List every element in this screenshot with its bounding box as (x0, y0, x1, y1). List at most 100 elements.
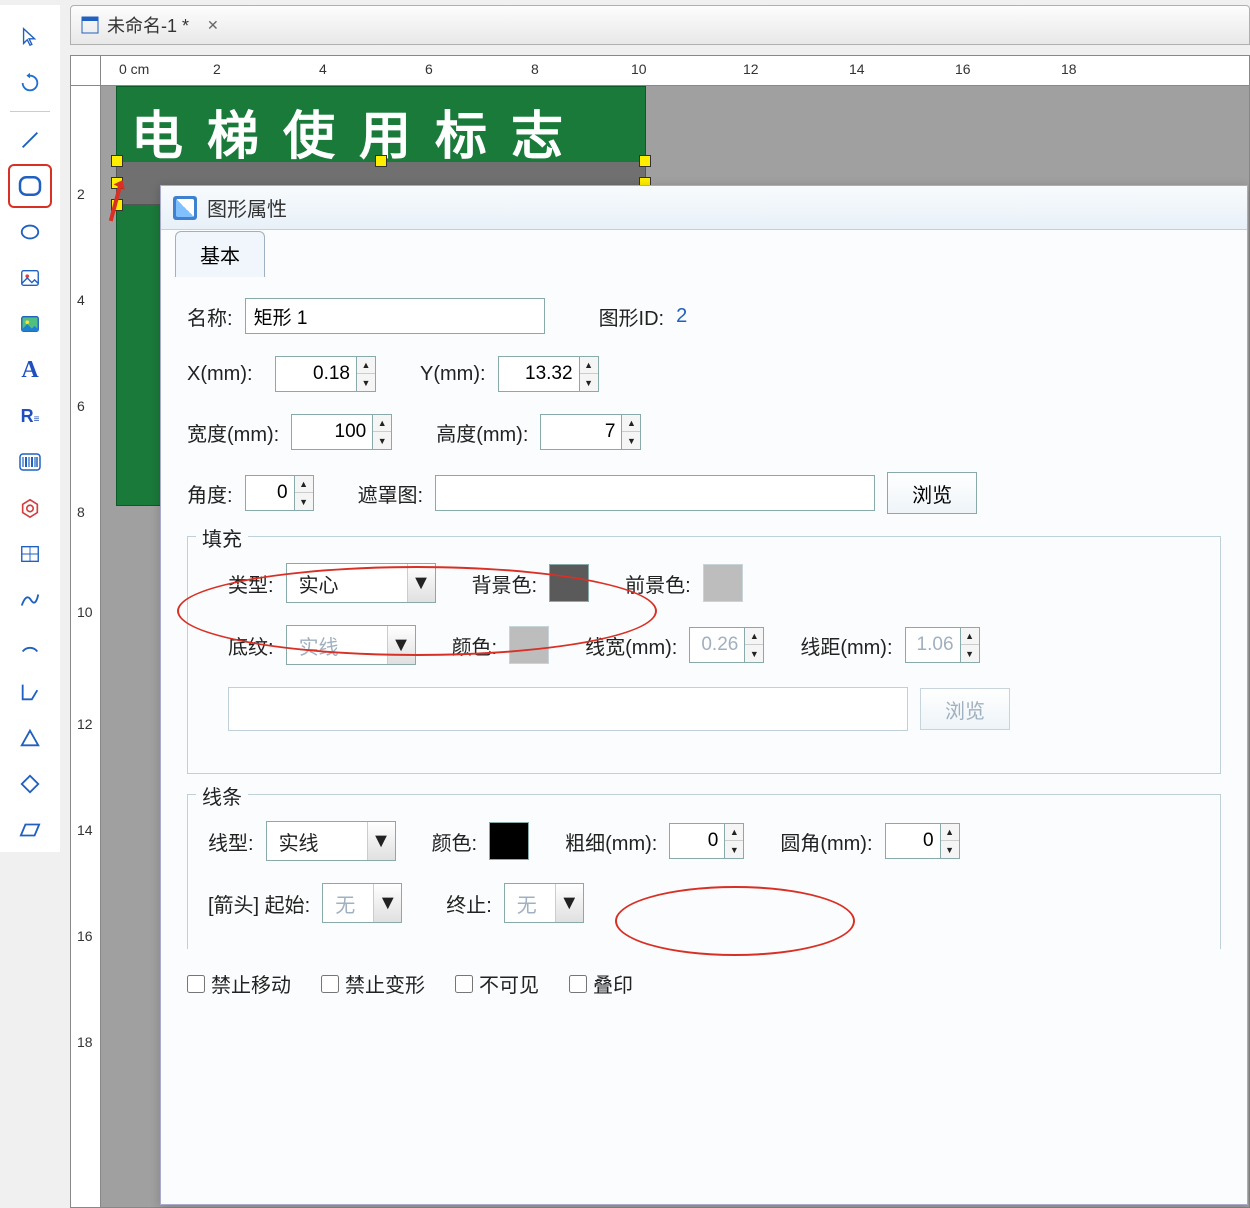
canvas-text[interactable]: 电梯使用标志 (131, 94, 587, 169)
lock-move-checkbox[interactable]: 禁止移动 (187, 969, 291, 998)
diamond-tool[interactable] (8, 762, 52, 806)
line-radius-input[interactable]: ▲▼ (885, 823, 960, 859)
ruler-unit-label: 0 cm (119, 61, 149, 77)
chevron-down-icon: ▼ (555, 884, 583, 922)
image-tool-1[interactable] (8, 256, 52, 300)
text-tool[interactable]: A (8, 348, 52, 392)
mask-label: 遮罩图: (358, 479, 424, 508)
document-tab-bar: 未命名-1 * ✕ (70, 5, 1250, 45)
pdf-tool[interactable] (8, 486, 52, 530)
ellipse-tool[interactable] (8, 210, 52, 254)
dialog-icon (173, 196, 197, 220)
window-icon (81, 16, 99, 34)
line-color-swatch[interactable] (489, 822, 529, 860)
curve-tool[interactable] (8, 578, 52, 622)
chevron-down-icon[interactable]: ▼ (407, 564, 435, 602)
fill-type-label: 类型: (228, 569, 274, 598)
fill-legend: 填充 (196, 523, 248, 552)
line-fieldset: 线条 线型: 实线▼ 颜色: 粗细(mm): ▲▼ 圆角(mm): ▲▼ [箭头… (187, 794, 1221, 949)
properties-dialog: 图形属性 基本 名称: 图形ID: 2 X(mm): ▲▼ Y(mm): ▲▼ … (160, 185, 1248, 1205)
id-value: 2 (676, 305, 687, 328)
angle-label: 角度: (187, 479, 233, 508)
table-tool[interactable] (8, 532, 52, 576)
name-label: 名称: (187, 302, 233, 331)
document-tab[interactable]: 未命名-1 * ✕ (81, 12, 219, 38)
x-label: X(mm): (187, 363, 263, 386)
fg-color-label: 前景色: (625, 569, 691, 598)
rounded-rect-tool[interactable] (8, 164, 52, 208)
width-label: 宽度(mm): (187, 418, 279, 447)
left-toolbar: A R≡ (0, 5, 60, 852)
linewidth-input: ▲▼ (689, 627, 764, 663)
arrow-end-label: 终止: (446, 889, 492, 918)
close-tab-icon[interactable]: ✕ (207, 17, 219, 34)
image-tool-2[interactable] (8, 302, 52, 346)
chevron-down-icon: ▼ (387, 626, 415, 664)
selection-handle[interactable] (639, 155, 651, 167)
selection-handle[interactable] (375, 155, 387, 167)
lock-resize-checkbox[interactable]: 禁止变形 (321, 969, 425, 998)
linespace-input: ▲▼ (905, 627, 980, 663)
options-row: 禁止移动 禁止变形 不可见 叠印 (187, 969, 1221, 998)
fill-fieldset: 填充 类型: 实心▼ 背景色: 前景色: 底纹: 实线▼ 颜色: 线宽(mm):… (187, 536, 1221, 774)
browse-button[interactable]: 浏览 (887, 472, 977, 514)
rotate-tool[interactable] (8, 61, 52, 105)
fg-color-swatch[interactable] (703, 564, 743, 602)
id-label: 图形ID: (599, 302, 665, 331)
linespace-label: 线距(mm): (800, 631, 892, 660)
height-input[interactable]: ▲▼ (540, 414, 641, 450)
angle-input[interactable]: ▲▼ (245, 475, 314, 511)
pointer-tool[interactable] (8, 15, 52, 59)
dialog-tab-strip: 基本 (161, 230, 1247, 276)
arrow-start-label: [箭头] 起始: (208, 889, 310, 918)
width-input[interactable]: ▲▼ (291, 414, 392, 450)
barcode-tool[interactable] (8, 440, 52, 484)
arc-tool[interactable] (8, 624, 52, 668)
fill-browse-button: 浏览 (920, 688, 1010, 730)
ruler-corner (71, 56, 101, 86)
line-tool[interactable] (8, 118, 52, 162)
parallelogram-tool[interactable] (8, 808, 52, 852)
dialog-titlebar[interactable]: 图形属性 (161, 186, 1247, 230)
polyline-tool[interactable] (8, 670, 52, 714)
pattern-color-swatch (509, 626, 549, 664)
separator (10, 111, 50, 112)
chevron-down-icon[interactable]: ▼ (367, 822, 395, 860)
chevron-down-icon: ▼ (373, 884, 401, 922)
line-legend: 线条 (196, 781, 248, 810)
selection-handle[interactable] (111, 155, 123, 167)
ruler-horizontal: 0 cm 2 4 6 8 10 12 14 16 18 (101, 56, 1249, 86)
line-type-dropdown[interactable]: 实线▼ (266, 821, 396, 861)
line-weight-label: 粗细(mm): (565, 827, 657, 856)
ruler-vertical: 2 4 6 8 10 12 14 16 18 (71, 86, 101, 1207)
pattern-label: 底纹: (228, 631, 274, 660)
arrow-start-dropdown: 无▼ (322, 883, 402, 923)
spin-up-icon[interactable]: ▲ (357, 357, 375, 374)
dialog-title: 图形属性 (207, 193, 287, 222)
bg-color-label: 背景色: (472, 569, 538, 598)
pattern-color-label: 颜色: (452, 631, 498, 660)
document-title: 未命名-1 * (107, 12, 189, 38)
line-radius-label: 圆角(mm): (780, 827, 872, 856)
line-weight-input[interactable]: ▲▼ (669, 823, 744, 859)
dialog-body: 名称: 图形ID: 2 X(mm): ▲▼ Y(mm): ▲▼ 宽度(mm): … (161, 276, 1247, 1020)
line-type-label: 线型: (208, 827, 254, 856)
linewidth-label: 线宽(mm): (585, 631, 677, 660)
mask-input[interactable] (435, 475, 875, 511)
name-input[interactable] (245, 298, 545, 334)
y-input[interactable]: ▲▼ (498, 356, 599, 392)
invisible-checkbox[interactable]: 不可见 (455, 969, 539, 998)
line-color-label: 颜色: (432, 827, 478, 856)
bg-color-swatch[interactable] (549, 564, 589, 602)
triangle-tool[interactable] (8, 716, 52, 760)
fill-type-dropdown[interactable]: 实心▼ (286, 563, 436, 603)
rich-text-tool[interactable]: R≡ (8, 394, 52, 438)
arrow-end-dropdown: 无▼ (504, 883, 584, 923)
overprint-checkbox[interactable]: 叠印 (569, 969, 633, 998)
height-label: 高度(mm): (436, 418, 528, 447)
y-label: Y(mm): (420, 363, 486, 386)
tab-basic[interactable]: 基本 (175, 231, 265, 277)
x-input[interactable]: ▲▼ (275, 356, 376, 392)
spin-down-icon[interactable]: ▼ (357, 374, 375, 391)
pattern-dropdown: 实线▼ (286, 625, 416, 665)
